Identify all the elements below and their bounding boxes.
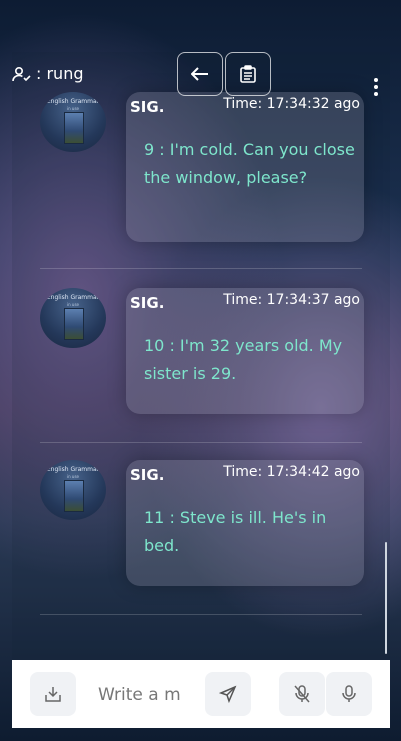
avatar-subtitle: in use xyxy=(67,302,79,307)
book-cover-image xyxy=(64,308,84,340)
download-icon xyxy=(45,687,61,702)
avatar-subtitle: in use xyxy=(67,474,79,479)
message-text: 10 : I'm 32 years old. My sister is 29. xyxy=(144,336,343,383)
composer-bar xyxy=(12,660,390,728)
back-button[interactable] xyxy=(177,52,223,96)
message-time: Time: 17:34:42 ago xyxy=(223,464,360,480)
avatar-title: English Grammar xyxy=(46,466,100,473)
message-text: 11 : Steve is ill. He's in bed. xyxy=(144,508,327,555)
message-time: Time: 17:34:37 ago xyxy=(223,292,360,308)
divider xyxy=(40,614,362,615)
dot-icon xyxy=(374,85,378,89)
avatar[interactable]: English Grammar in use xyxy=(40,92,106,152)
send-button[interactable] xyxy=(205,672,251,716)
message-bubble: SIG. Time: 17:34:37 ago 10 : I'm 32 year… xyxy=(126,288,364,414)
message-sender: SIG. xyxy=(130,466,165,484)
divider xyxy=(40,268,362,269)
divider xyxy=(40,442,362,443)
avatar-subtitle: in use xyxy=(67,106,79,111)
book-cover-image xyxy=(64,480,84,512)
message-input[interactable] xyxy=(96,674,190,716)
scrollbar[interactable] xyxy=(385,542,387,654)
user-info: : rung xyxy=(12,64,84,83)
mic-button[interactable] xyxy=(326,672,372,716)
more-menu-button[interactable] xyxy=(374,78,378,96)
clipboard-icon xyxy=(240,65,256,83)
message-sender: SIG. xyxy=(130,294,165,312)
avatar[interactable]: English Grammar in use xyxy=(40,288,106,348)
download-button[interactable] xyxy=(30,672,76,716)
avatar[interactable]: English Grammar in use xyxy=(40,460,106,520)
header: : rung xyxy=(12,52,390,100)
avatar-title: English Grammar xyxy=(46,294,100,301)
send-icon xyxy=(219,685,237,703)
message-bubble: SIG. Time: 17:34:42 ago 11 : Steve is il… xyxy=(126,460,364,586)
user-check-icon xyxy=(12,66,31,81)
message-text: 9 : I'm cold. Can you close the window, … xyxy=(144,140,355,187)
arrow-left-icon xyxy=(191,67,208,81)
mic-off-button[interactable] xyxy=(279,672,325,716)
book-cover-image xyxy=(64,112,84,144)
clipboard-button[interactable] xyxy=(225,52,271,96)
message-bubble: SIG. Time: 17:34:32 ago 9 : I'm cold. Ca… xyxy=(126,92,364,242)
dot-icon xyxy=(374,92,378,96)
mic-icon xyxy=(342,685,356,702)
dot-icon xyxy=(374,78,378,82)
message-sender: SIG. xyxy=(130,98,165,116)
chat-window: English Grammar in use SIG. Time: 17:34:… xyxy=(12,52,390,728)
username-label: : rung xyxy=(36,64,84,83)
mic-off-icon xyxy=(294,685,310,703)
